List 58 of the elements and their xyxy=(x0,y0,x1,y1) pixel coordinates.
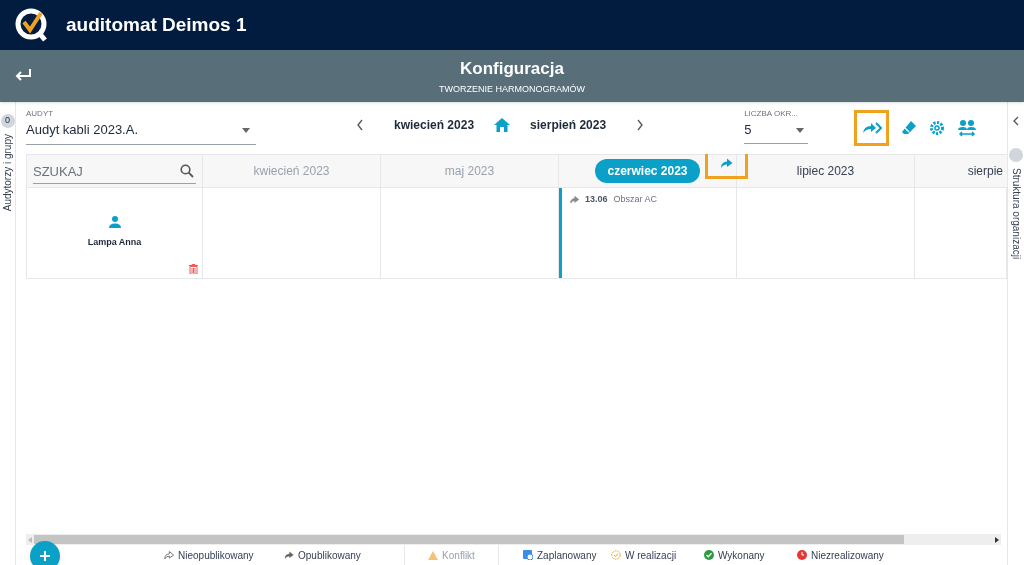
person-name: Lampa Anna xyxy=(87,236,142,250)
back-icon[interactable] xyxy=(14,68,32,82)
app-title: auditomat Deimos 1 xyxy=(66,12,247,37)
legend-label: W realizacji xyxy=(625,548,677,563)
forward-icon xyxy=(284,551,294,559)
side-panel[interactable]: Struktura organizacji xyxy=(1007,102,1024,565)
eraser-icon[interactable] xyxy=(901,120,918,136)
field-label: AUDYT xyxy=(26,108,55,120)
periods-select[interactable]: LICZBA OKR... 5 xyxy=(744,108,809,144)
count-badge: 0 xyxy=(0,114,15,128)
legend-label: Opublikowany xyxy=(298,548,361,563)
search-icon[interactable] xyxy=(180,163,194,178)
panel-label: Struktura organizacji xyxy=(1009,168,1023,260)
person-icon xyxy=(108,216,121,229)
outline-forward-icon xyxy=(164,551,174,559)
legend-label: Wykonany xyxy=(718,548,765,563)
audit-select[interactable]: AUDYT Audyt kabli 2023.A. xyxy=(26,108,256,145)
chevron-left-icon[interactable] xyxy=(356,119,364,131)
page-subtitle: TWORZENIE HARMONOGRAMÓW xyxy=(439,83,585,96)
logo-icon xyxy=(14,7,50,43)
side-panel[interactable]: 0 Audytorzy i grupy xyxy=(0,102,16,565)
legend-label: Zaplanowany xyxy=(537,548,597,563)
delete-icon[interactable] xyxy=(189,264,198,274)
home-icon[interactable] xyxy=(494,118,511,132)
field-value: Audyt kabli 2023.A. xyxy=(26,121,139,139)
search-field[interactable]: SZUKAJ xyxy=(33,159,196,184)
page-title: Konfiguracja xyxy=(460,57,564,80)
field-label: LICZBA OKR... xyxy=(744,108,799,120)
horizontal-scrollbar[interactable] xyxy=(26,534,1001,545)
panel-label: Audytorzy i grupy xyxy=(1,134,14,212)
month-tab[interactable]: lipiec 2023 xyxy=(796,162,855,180)
pending-icon xyxy=(611,550,621,560)
dropdown-icon xyxy=(796,128,805,133)
forward-icon[interactable] xyxy=(720,157,733,168)
plus-icon xyxy=(39,550,51,562)
double-forward-icon[interactable] xyxy=(861,122,882,134)
chevron-left-icon[interactable] xyxy=(1012,116,1020,126)
dropdown-icon xyxy=(242,128,250,133)
period-start: kwiecień 2023 xyxy=(394,117,475,134)
check-circle-icon xyxy=(704,550,714,560)
legend-label: Nieopublikowany xyxy=(178,548,254,563)
settings-icon[interactable] xyxy=(929,120,946,136)
people-swap-icon[interactable] xyxy=(957,119,978,137)
calendar-icon xyxy=(523,550,533,560)
entry-date: 13.06 xyxy=(585,193,608,206)
period-end: sierpień 2023 xyxy=(530,117,607,134)
warning-icon xyxy=(428,550,439,560)
add-button[interactable] xyxy=(30,541,60,565)
legend-label: Konflikt xyxy=(442,548,475,563)
scrollbar-thumb[interactable] xyxy=(34,535,904,544)
field-value: 5 xyxy=(744,121,752,139)
legend-label: Niezrealizowany xyxy=(811,548,884,563)
count-badge xyxy=(1009,148,1023,162)
clock-alert-icon xyxy=(797,550,807,560)
entry-title[interactable]: Obszar AC xyxy=(613,193,658,207)
month-tab[interactable]: sierpie xyxy=(967,162,1003,180)
chevron-right-icon[interactable] xyxy=(636,119,645,131)
scroll-right-icon[interactable] xyxy=(993,535,1001,544)
